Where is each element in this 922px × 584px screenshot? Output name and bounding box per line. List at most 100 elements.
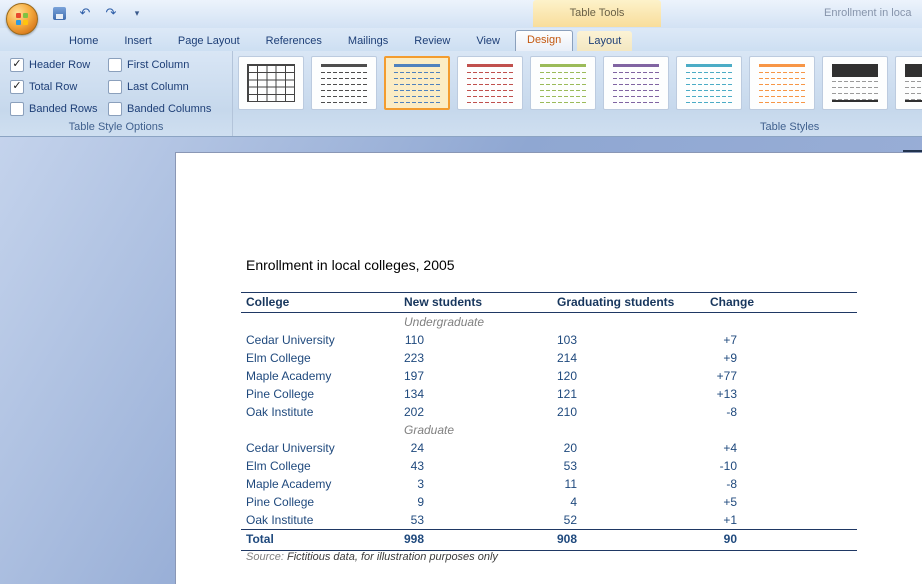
checkbox-label: Banded Columns (127, 103, 211, 115)
cell-new-students: 110 (404, 331, 424, 349)
cell-change: +4 (710, 439, 737, 457)
save-icon[interactable] (50, 4, 68, 22)
cell-new-students: 998 (404, 530, 424, 549)
undo-icon[interactable]: ↶ (76, 4, 94, 22)
tab-mailings[interactable]: Mailings (337, 31, 399, 51)
table-row: Pine College94+5 (241, 493, 857, 511)
checkbox-label: First Column (127, 59, 189, 71)
group-label-table-styles: Table Styles (760, 121, 819, 133)
tab-view[interactable]: View (465, 31, 511, 51)
tab-insert[interactable]: Insert (113, 31, 163, 51)
option-first-column[interactable]: First Column (108, 57, 211, 73)
source-text: Fictitious data, for illustration purpos… (284, 551, 498, 563)
table-style-preview (540, 64, 586, 103)
table-style-light-black[interactable] (311, 56, 377, 110)
checkbox[interactable] (108, 58, 122, 72)
table-style-light-aqua[interactable] (676, 56, 742, 110)
ribbon-tabs: HomeInsertPage LayoutReferencesMailingsR… (0, 28, 922, 51)
table-row: Cedar University2420+4 (241, 439, 857, 457)
table-style-dark-header[interactable] (822, 56, 888, 110)
quick-access-toolbar: ↶ ↷ ▾ (50, 4, 146, 22)
redo-icon[interactable]: ↷ (102, 4, 120, 22)
cell-change: -10 (710, 457, 737, 475)
customize-quick-access-icon[interactable]: ▾ (128, 4, 146, 22)
cell-graduating-students: 11 (557, 475, 577, 493)
checkbox[interactable] (108, 80, 122, 94)
tab-references[interactable]: References (255, 31, 333, 51)
cell-college: Elm College (246, 349, 311, 367)
document-heading: Enrollment in local colleges, 2005 (246, 257, 455, 273)
option-header-row[interactable]: ✓Header Row (10, 57, 98, 73)
checkbox[interactable]: ✓ (10, 58, 24, 72)
cell-college: Maple Academy (246, 475, 331, 493)
cell-change: -8 (710, 475, 737, 493)
table-style-light-olive[interactable] (530, 56, 596, 110)
option-banded-rows[interactable]: Banded Rows (10, 101, 98, 117)
cell-graduating-students: Graduating students (557, 293, 674, 311)
table-style-preview (247, 64, 295, 102)
table-section-row: Undergraduate (241, 313, 857, 331)
cell-change: +9 (710, 349, 737, 367)
table-row: Maple Academy197120+77 (241, 367, 857, 385)
document-page[interactable]: Enrollment in local colleges, 2005 Colle… (175, 152, 922, 584)
checkbox[interactable]: ✓ (10, 80, 24, 94)
cell-graduating-students: 908 (557, 530, 577, 549)
section-label: Graduate (404, 421, 454, 439)
table-row: Maple Academy311-8 (241, 475, 857, 493)
table-style-light-blue[interactable] (384, 56, 450, 110)
table-style-preview (759, 64, 805, 103)
table-style-preview (832, 64, 878, 102)
table-row: Oak Institute5352+1 (241, 511, 857, 529)
cell-college: Oak Institute (246, 403, 313, 421)
cell-new-students: 9 (404, 493, 424, 511)
cell-change: +77 (710, 367, 737, 385)
word-window: ↶ ↷ ▾ Table Tools Enrollment in loca Hom… (0, 0, 922, 584)
tab-design[interactable]: Design (515, 30, 573, 51)
table-style-preview (394, 64, 440, 103)
checkbox[interactable] (108, 102, 122, 116)
cell-graduating-students: 103 (557, 331, 577, 349)
cell-change: +5 (710, 493, 737, 511)
group-label-table-style-options: Table Style Options (0, 121, 232, 133)
style-options-column-2: First Column Last Column Banded Columns (108, 57, 211, 123)
table-row: Elm College4353-10 (241, 457, 857, 475)
tab-review[interactable]: Review (403, 31, 461, 51)
cell-college: Elm College (246, 457, 311, 475)
cell-new-students: 202 (404, 403, 424, 421)
cell-graduating-students: 4 (557, 493, 577, 511)
cell-graduating-students: 120 (557, 367, 577, 385)
option-last-column[interactable]: Last Column (108, 79, 211, 95)
tab-layout[interactable]: Layout (577, 31, 632, 51)
option-banded-columns[interactable]: Banded Columns (108, 101, 211, 117)
cell-college: Maple Academy (246, 367, 331, 385)
cell-change: Change (710, 293, 754, 311)
table-style-preview (686, 64, 732, 103)
contextual-tab-group-label: Table Tools (533, 0, 661, 27)
cell-new-students: 53 (404, 511, 424, 529)
table-style-table-grid[interactable] (238, 56, 304, 110)
table-header-row: CollegeNew studentsGraduating studentsCh… (241, 292, 857, 313)
tab-page-layout[interactable]: Page Layout (167, 31, 251, 51)
enrollment-table[interactable]: CollegeNew studentsGraduating studentsCh… (241, 292, 857, 551)
checkbox[interactable] (10, 102, 24, 116)
table-style-light-purple[interactable] (603, 56, 669, 110)
option-total-row[interactable]: ✓Total Row (10, 79, 98, 95)
source-note: Source: Fictitious data, for illustratio… (246, 551, 498, 563)
cell-new-students: 24 (404, 439, 424, 457)
office-logo-icon (16, 13, 28, 25)
cell-change: +1 (710, 511, 737, 529)
table-style-light-orange[interactable] (749, 56, 815, 110)
cell-college: College (246, 293, 289, 311)
source-label: Source: (246, 551, 284, 563)
cell-college: Cedar University (246, 331, 335, 349)
table-section-row: Graduate (241, 421, 857, 439)
document-area: Enrollment in local colleges, 2005 Colle… (0, 137, 922, 584)
table-style-options-group: ✓Header Row ✓Total Row Banded Rows First C… (0, 51, 233, 136)
cell-new-students: 134 (404, 385, 424, 403)
table-style-light-red[interactable] (457, 56, 523, 110)
office-button[interactable] (6, 3, 38, 35)
table-style-preview (905, 64, 922, 102)
title-bar: ↶ ↷ ▾ Table Tools Enrollment in loca (0, 0, 922, 28)
table-style-dark-header-2[interactable] (895, 56, 922, 110)
tab-home[interactable]: Home (58, 31, 109, 51)
